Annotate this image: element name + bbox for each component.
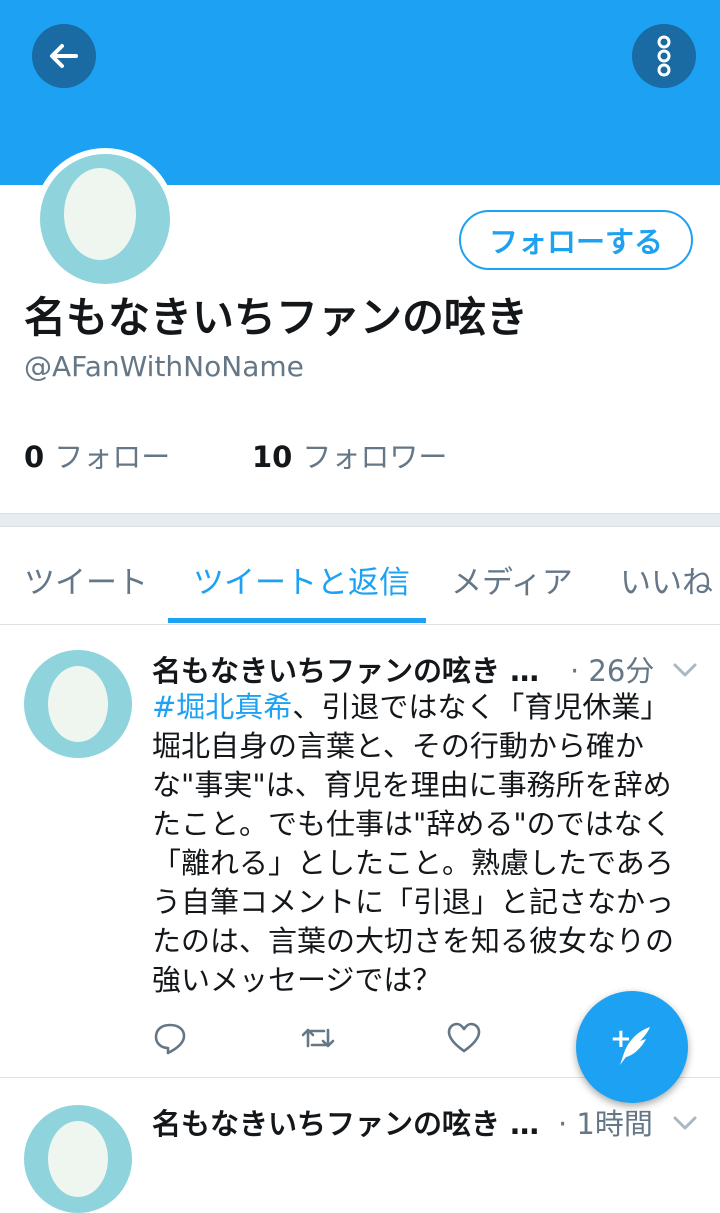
followers-label: フォロワー xyxy=(302,440,448,474)
profile-display-name: 名もなきいちファンの呟き xyxy=(24,293,529,342)
vertical-dots-icon xyxy=(657,35,671,77)
profile-tabs: ツイート ツイートと返信 メディア いいね xyxy=(0,527,720,625)
tweet-line: な"事実"は、育児を理由に事務所を辞め xyxy=(152,768,672,802)
profile-avatar[interactable] xyxy=(34,148,176,290)
active-tab-indicator xyxy=(168,618,426,623)
default-egg-avatar xyxy=(64,168,136,260)
tweet-author-name[interactable]: 名もなきいちファンの呟き … xyxy=(152,654,539,688)
following-count: 0 xyxy=(24,440,45,474)
default-egg-avatar xyxy=(48,1121,108,1197)
tweet-timestamp[interactable]: · 1時間 xyxy=(558,1101,653,1143)
tweet-line: たこと。でも仕事は"辞める"のではなく xyxy=(152,807,672,841)
tab-media[interactable]: メディア xyxy=(451,557,573,602)
tab-tweets[interactable]: ツイート xyxy=(24,557,148,602)
profile-handle: @AFanWithNoName xyxy=(24,350,304,383)
tweet-avatar[interactable] xyxy=(24,650,132,758)
chevron-down-icon[interactable] xyxy=(672,1113,698,1133)
chevron-down-icon[interactable] xyxy=(672,660,698,680)
followers-stat[interactable]: 10 フォロワー xyxy=(252,434,447,476)
follow-button[interactable]: フォローする xyxy=(459,210,693,270)
retweet-icon[interactable] xyxy=(300,1020,336,1056)
more-options-button[interactable] xyxy=(632,24,696,88)
following-label: フォロー xyxy=(54,440,171,474)
tweet-avatar[interactable] xyxy=(24,1105,132,1213)
tab-likes[interactable]: いいね xyxy=(620,557,713,602)
tweet-line: 堀北自身の言葉と、その行動から確か xyxy=(152,729,644,763)
section-divider xyxy=(0,513,720,527)
tweet-timestamp[interactable]: · 26分 xyxy=(570,648,654,690)
hashtag-link[interactable]: #堀北真希 xyxy=(152,690,292,724)
tweet-line: たのは、言葉の大切さを知る彼女なりの xyxy=(152,924,675,958)
reply-icon[interactable] xyxy=(152,1020,188,1056)
following-stat[interactable]: 0 フォロー xyxy=(24,434,170,476)
compose-tweet-button[interactable]: + xyxy=(576,991,688,1103)
compose-tweet-icon: + xyxy=(610,1024,650,1065)
tweet-line: 「離れる」としたこと。熟慮したであろ xyxy=(152,846,674,880)
tab-tweets-and-replies[interactable]: ツイートと返信 xyxy=(193,557,410,602)
tweet-header: 名もなきいちファンの呟き … xyxy=(152,1101,539,1143)
tweet-header: 名もなきいちファンの呟き … xyxy=(152,648,539,690)
back-button[interactable] xyxy=(32,24,96,88)
tweet-line: う自筆コメントに「引退」と記さなかっ xyxy=(152,885,675,919)
like-heart-icon[interactable] xyxy=(446,1020,482,1056)
followers-count: 10 xyxy=(252,440,293,474)
tweet-text: #堀北真希、引退ではなく「育児休業」 堀北自身の言葉と、その行動から確か な"事… xyxy=(152,688,702,1000)
default-egg-avatar xyxy=(48,666,108,742)
arrow-left-icon xyxy=(50,44,78,68)
tweet-line: #堀北真希、引退ではなく「育児休業」 xyxy=(152,690,670,724)
